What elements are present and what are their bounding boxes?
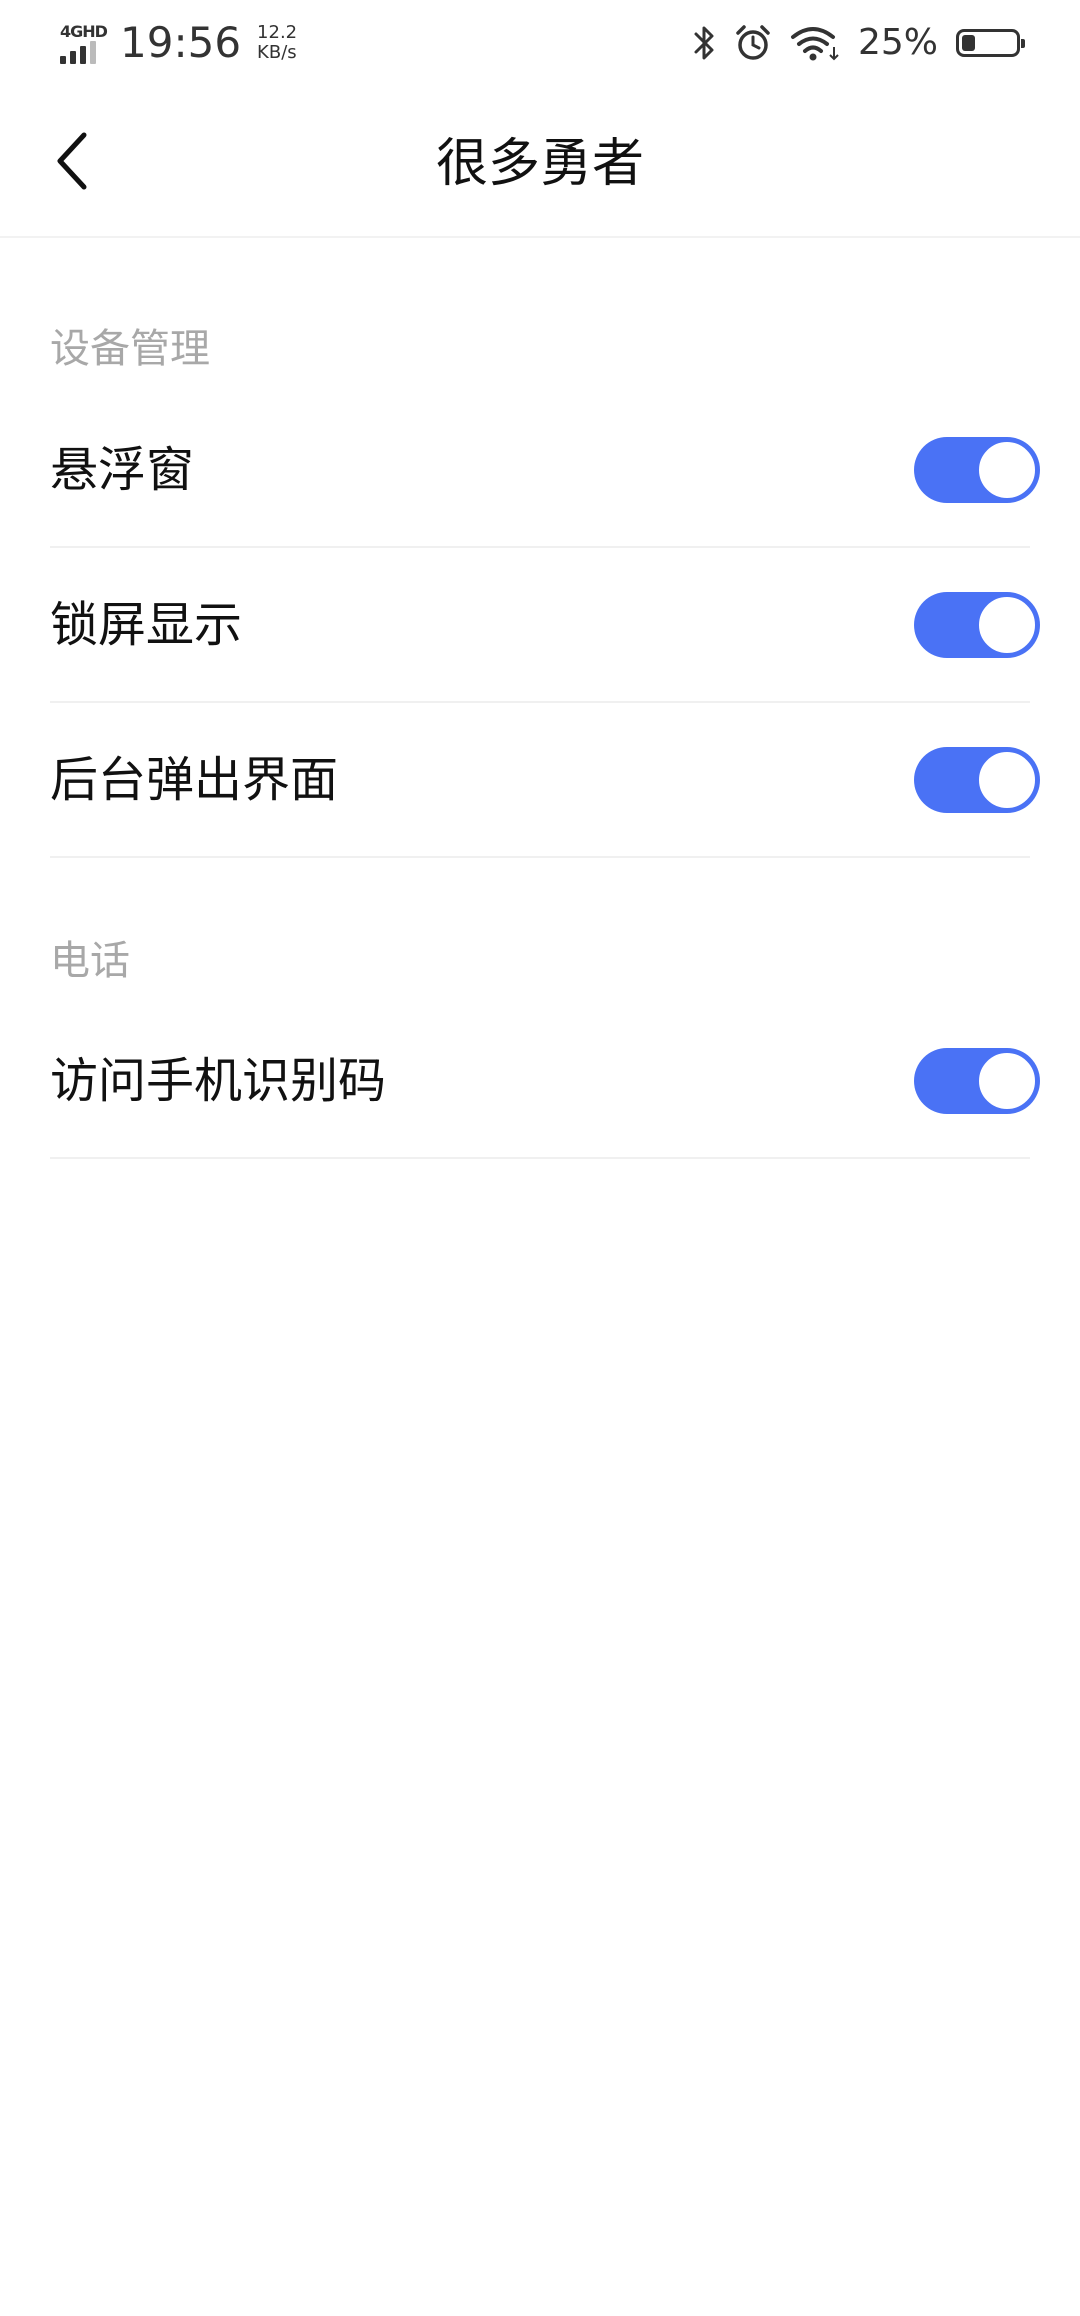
- page-title: 很多勇者: [435, 134, 644, 194]
- setting-row-background-popup[interactable]: 后台弹出界面: [50, 703, 1040, 858]
- section-header-device-management: 设备管理: [50, 326, 210, 372]
- battery-percent: 25%: [857, 22, 938, 63]
- status-left: 4GHD 19:56 12.2 KB/s: [58, 16, 297, 70]
- bluetooth-icon: [694, 26, 714, 60]
- setting-label: 锁屏显示: [50, 596, 243, 653]
- status-right: 25%: [692, 16, 1025, 70]
- network-speed-unit: KB/s: [257, 42, 297, 63]
- status-time: 19:56: [120, 18, 242, 67]
- network-type: 4GHD: [60, 22, 108, 41]
- setting-label: 访问手机识别码: [50, 1052, 387, 1109]
- cellular-signal-icon: 4GHD: [58, 20, 108, 66]
- toggle-knob: [976, 1049, 1038, 1112]
- wifi-icon: [790, 27, 839, 61]
- setting-row-device-id-access[interactable]: 访问手机识别码: [50, 1004, 1040, 1159]
- title-bar: 很多勇者: [0, 84, 1080, 238]
- toggle-switch[interactable]: [914, 591, 1040, 658]
- battery-icon: [956, 29, 1025, 57]
- toggle-knob: [976, 438, 1038, 501]
- toggle-switch[interactable]: [914, 436, 1040, 503]
- toggle-switch[interactable]: [914, 1047, 1040, 1114]
- toggle-switch[interactable]: [914, 746, 1040, 813]
- alarm-icon: [736, 25, 770, 60]
- network-speed: 12.2 KB/s: [257, 24, 297, 62]
- setting-row-lock-screen-display[interactable]: 锁屏显示: [50, 548, 1040, 703]
- section-header-phone: 电话: [50, 938, 130, 984]
- setting-row-floating-window[interactable]: 悬浮窗: [50, 393, 1040, 548]
- toggle-knob: [976, 748, 1038, 811]
- toggle-knob: [976, 593, 1038, 656]
- setting-label: 后台弹出界面: [50, 751, 339, 808]
- setting-label: 悬浮窗: [50, 441, 195, 498]
- battery-level-fill: [962, 35, 975, 51]
- status-bar: 4GHD 19:56 12.2 KB/s 25%: [0, 0, 1080, 84]
- network-speed-value: 12.2: [257, 22, 298, 43]
